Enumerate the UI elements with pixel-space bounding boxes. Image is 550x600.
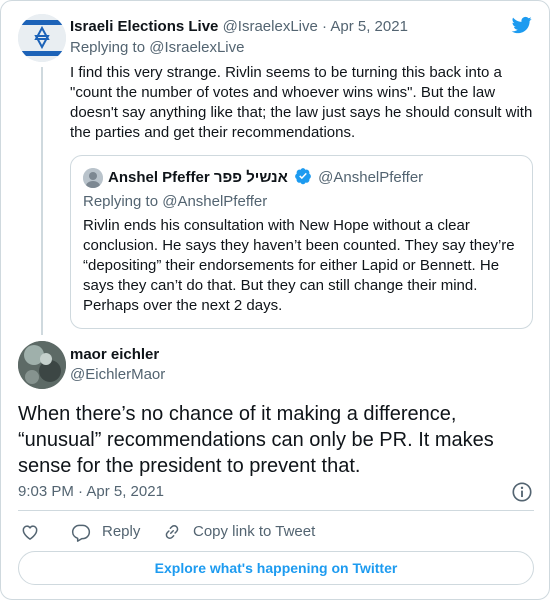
embedded-tweet-card: Israeli Elections Live @IsraelexLive · A… (0, 0, 550, 600)
maor-eichler-avatar[interactable] (18, 341, 66, 389)
main-author-name[interactable]: maor eichler (70, 345, 159, 365)
quoted-tweet-header: Anshel Pfeffer אנשיל פפר @AnshelPfeffer (108, 167, 423, 188)
like-button[interactable] (20, 521, 40, 543)
info-icon[interactable] (511, 481, 533, 503)
parent-tweet-date[interactable]: Apr 5, 2021 (330, 18, 408, 35)
tweet-timestamp[interactable]: 9:03 PM · Apr 5, 2021 (18, 482, 164, 502)
reply-button[interactable]: Reply (71, 521, 140, 543)
copy-link-button[interactable]: Copy link to Tweet (162, 521, 315, 543)
parent-replying-to[interactable]: Replying to @IsraelexLive (70, 38, 244, 58)
thread-connector-line (41, 67, 43, 335)
heart-icon (20, 522, 40, 542)
action-divider (18, 510, 534, 511)
twitter-bird-icon[interactable] (511, 15, 533, 35)
header-separator: · (322, 18, 328, 35)
quoted-tweet[interactable]: Anshel Pfeffer אנשיל פפר @AnshelPfeffer … (70, 155, 533, 329)
copy-link-label: Copy link to Tweet (193, 523, 316, 540)
anshel-pfeffer-avatar (83, 168, 103, 188)
main-tweet-text: When there’s no chance of it making a di… (18, 403, 494, 477)
link-icon (162, 522, 182, 542)
israeli-elections-avatar[interactable] (18, 14, 66, 62)
quoted-author-handle: @AnshelPfeffer (318, 169, 424, 186)
reply-label: Reply (102, 523, 141, 540)
main-author-handle[interactable]: @EichlerMaor (70, 365, 165, 385)
parent-tweet-text: I find this very strange. Rivlin seems t… (70, 64, 533, 141)
quoted-replying-to: Replying to @AnshelPfeffer (83, 193, 268, 210)
parent-author-handle[interactable]: @IsraelexLive (223, 18, 318, 35)
reply-bubble-icon (71, 522, 91, 542)
quoted-tweet-text: Rivlin ends his consultation with New Ho… (83, 217, 515, 314)
parent-author-name[interactable]: Israeli Elections Live (70, 18, 218, 35)
verified-badge-icon (294, 167, 312, 185)
parent-tweet-header: Israeli Elections Live @IsraelexLive · A… (70, 17, 408, 37)
quoted-author-name: Anshel Pfeffer אנשיל פפר (108, 169, 288, 186)
explore-twitter-button[interactable]: Explore what's happening on Twitter (18, 551, 534, 585)
